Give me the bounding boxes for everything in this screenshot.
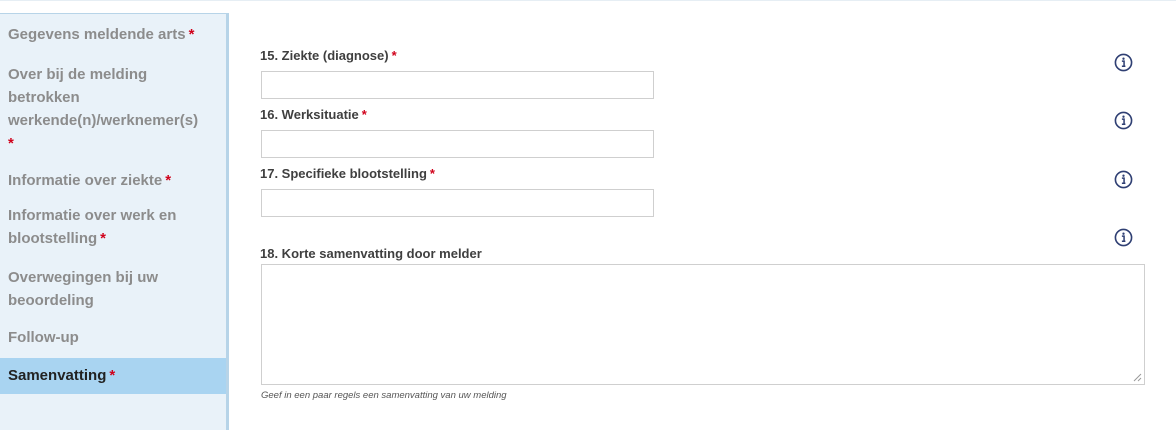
sidebar-item-label: Overwegingen bij uw — [8, 269, 159, 286]
sidebar-item-label: blootstelling — [8, 230, 98, 247]
sidebar-nav: Gegevens meldende arts * Over bij de meld… — [0, 13, 229, 430]
info-circle-icon[interactable] — [1114, 111, 1133, 130]
sidebar-item-label: werkende(n)/werknemer(s) — [8, 112, 199, 129]
samenvatting-textarea[interactable] — [262, 265, 1144, 384]
required-marker: * — [165, 172, 172, 189]
sidebar-item-label: betrokken — [8, 89, 80, 106]
field-label-text: 15. Ziekte (diagnose) — [260, 48, 389, 63]
field-label-text: 18. Korte samenvatting door melder — [260, 246, 482, 261]
werksituatie-input[interactable] — [261, 130, 654, 158]
sidebar-item-gegevens-meldende-arts[interactable]: Gegevens meldende arts * — [0, 23, 226, 46]
specifieke-blootstelling-input[interactable] — [261, 189, 654, 217]
sidebar-item-label: Gegevens meldende arts — [8, 26, 186, 43]
form-main: 15. Ziekte (diagnose) * 16. Werksituatie *… — [232, 13, 1176, 430]
sidebar-item-informatie-over-ziekte[interactable]: Informatie over ziekte * — [0, 169, 226, 192]
sidebar-item-label: Informatie over werk en — [8, 207, 177, 224]
top-divider — [0, 0, 1176, 1]
field-label-ziekte: 15. Ziekte (diagnose) * — [260, 48, 397, 63]
field-label-text: 16. Werksituatie — [260, 107, 359, 122]
sidebar-item-betrokken-werknemers[interactable]: Over bij de melding betrokken werkende(n… — [0, 63, 226, 155]
field-label-werksituatie: 16. Werksituatie * — [260, 107, 367, 122]
sidebar-item-label: Over bij de melding — [8, 66, 148, 83]
field-label-text: 17. Specifieke blootstelling — [260, 166, 427, 181]
required-marker: * — [429, 166, 435, 181]
info-circle-icon[interactable] — [1114, 170, 1133, 189]
resize-handle-icon[interactable] — [1133, 373, 1142, 382]
sidebar-item-label: Follow-up — [8, 329, 79, 346]
sidebar-item-label: Informatie over ziekte — [8, 172, 163, 189]
info-circle-icon[interactable] — [1114, 228, 1133, 247]
field-label-specifieke-blootstelling: 17. Specifieke blootstelling * — [260, 166, 435, 181]
info-circle-icon[interactable] — [1114, 53, 1133, 72]
samenvatting-textarea-wrapper — [261, 264, 1145, 385]
required-marker: * — [361, 107, 367, 122]
sidebar-item-label: beoordeling — [8, 292, 94, 309]
required-marker: * — [188, 26, 195, 43]
sidebar-item-label: Samenvatting — [8, 367, 107, 384]
required-marker: * — [109, 367, 116, 384]
required-marker: * — [100, 230, 107, 247]
required-marker: * — [391, 48, 397, 63]
field-label-korte-samenvatting: 18. Korte samenvatting door melder — [260, 246, 482, 261]
sidebar-item-samenvatting[interactable]: Samenvatting * — [0, 358, 226, 394]
sidebar-item-informatie-over-werk[interactable]: Informatie over werk en blootstelling * — [0, 204, 226, 250]
sidebar-item-follow-up[interactable]: Follow-up — [0, 326, 226, 349]
sidebar-item-overwegingen[interactable]: Overwegingen bij uw beoordeling — [0, 266, 226, 312]
samenvatting-hint: Geef in een paar regels een samenvatting… — [261, 390, 507, 401]
required-marker: * — [8, 135, 14, 152]
ziekte-diagnose-input[interactable] — [261, 71, 654, 99]
